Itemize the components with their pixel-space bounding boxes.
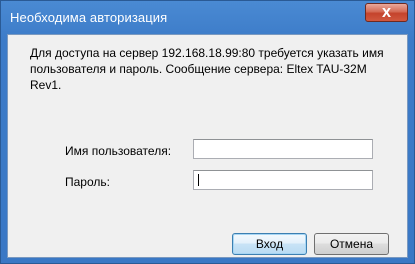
titlebar[interactable]: Необходима авторизация X [1,1,414,33]
cancel-button[interactable]: Отмена [314,233,389,255]
password-input[interactable] [193,170,373,190]
close-button[interactable]: X [365,3,408,22]
cancel-button-label: Отмена [329,237,374,251]
close-icon: X [381,5,392,20]
auth-dialog-window: Необходима авторизация X Для доступа на … [0,0,415,264]
username-label: Имя пользователя: [65,144,172,158]
password-label: Пароль: [65,175,110,189]
username-input[interactable] [193,139,373,159]
dialog-body: Для доступа на сервер 192.168.18.99:80 т… [7,34,408,258]
auth-message: Для доступа на сервер 192.168.18.99:80 т… [30,46,384,92]
window-title: Необходима авторизация [10,10,168,25]
login-button[interactable]: Вход [232,233,307,255]
login-button-label: Вход [255,237,284,251]
text-caret [198,174,199,186]
